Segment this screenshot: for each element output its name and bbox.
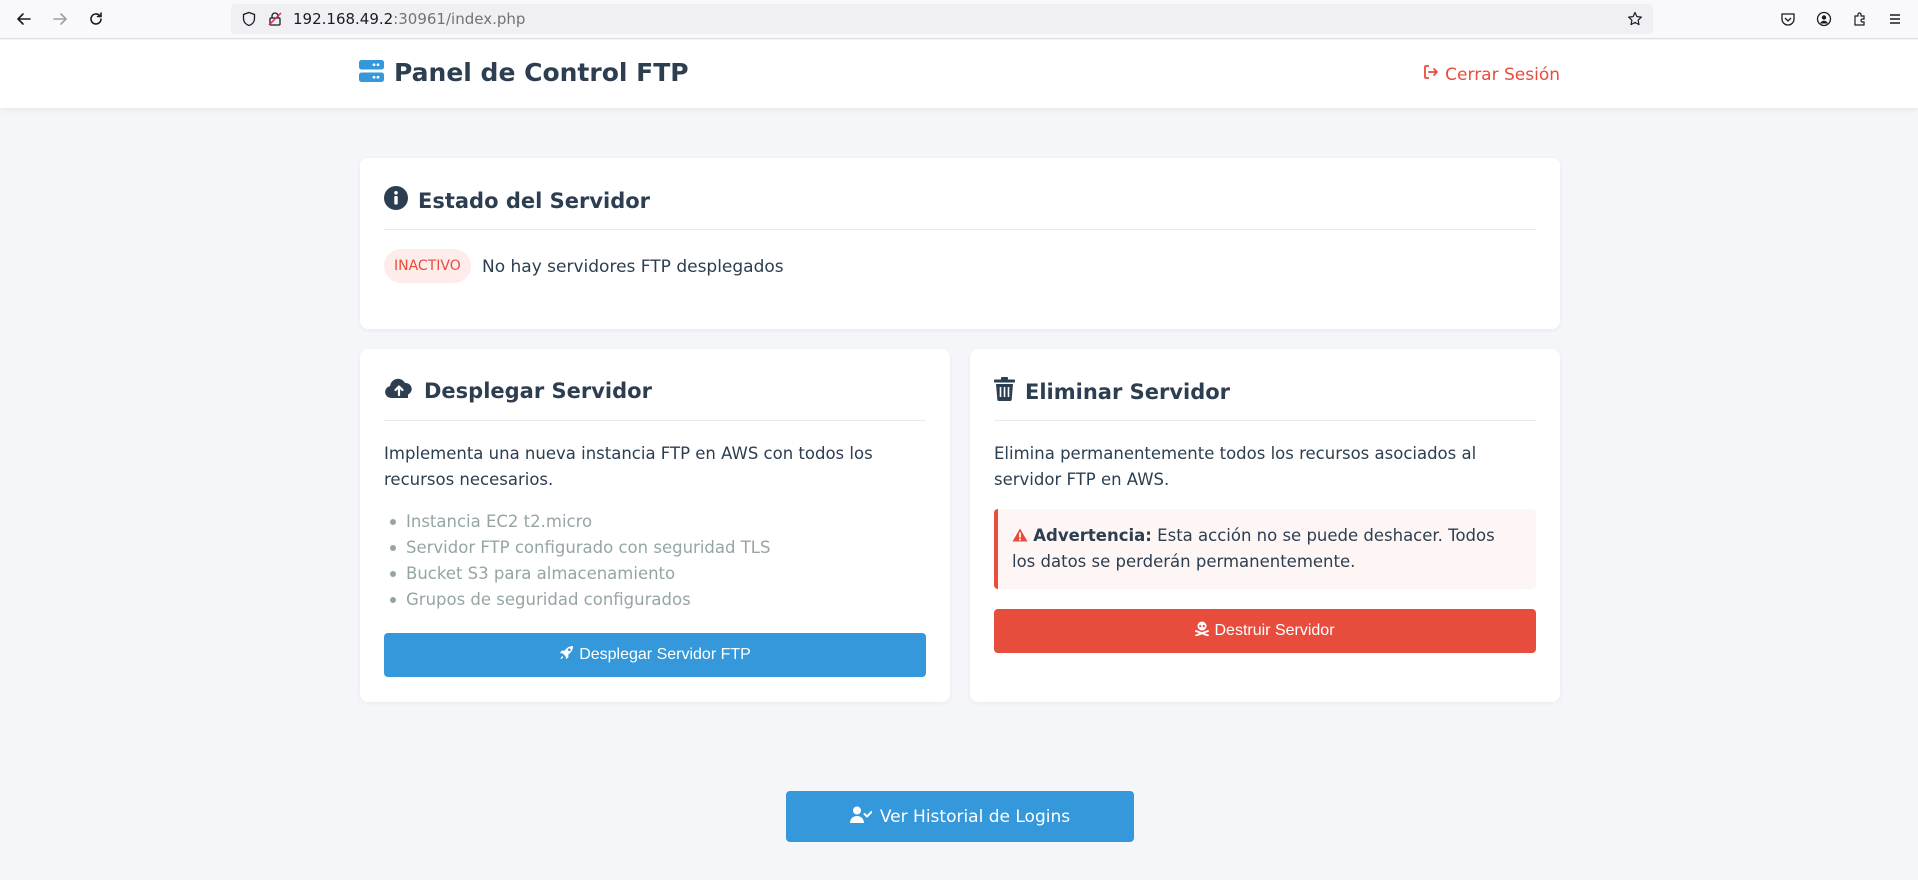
info-circle-icon [384,186,408,215]
feature-text: Bucket S3 para almacenamiento [406,564,676,583]
rocket-icon [559,645,574,665]
feature-text: Servidor FTP configurado con seguridad T… [406,538,771,557]
server-icon [359,59,384,86]
deploy-card: Desplegar Servidor Implementa una nueva … [360,349,950,702]
status-card: Estado del Servidor INACTIVO No hay serv… [360,158,1560,329]
bookmark-star-icon[interactable] [1627,11,1643,31]
url-path: :30961/index.php [393,10,526,28]
browser-toolbar: 192.168.49.2:30961/index.php [0,0,1918,39]
url-host: 192.168.49.2 [293,10,394,28]
list-item: Instancia EC2 t2.micro [384,509,770,535]
deploy-button-label: Desplegar Servidor FTP [579,646,751,663]
back-icon[interactable] [13,8,35,30]
deploy-description: Implementa una nueva instancia FTP en AW… [384,444,873,489]
shield-icon [241,11,257,31]
history-button-label: Ver Historial de Logins [879,806,1071,827]
reload-icon[interactable] [85,8,107,30]
trash-icon [994,377,1015,406]
warning-box: Advertencia: Esta acción no se puede des… [994,509,1536,589]
url-text: 192.168.49.2:30961/index.php [293,10,525,28]
status-card-title: Estado del Servidor [384,186,650,215]
forward-icon[interactable] [49,8,71,30]
deploy-card-title: Desplegar Servidor [384,377,652,404]
logout-label: Cerrar Sesión [1445,64,1560,85]
warning-label: Advertencia: [1033,526,1152,545]
skull-crossbones-icon [1195,621,1210,641]
warning-triangle-icon [1012,526,1033,545]
cloud-upload-icon [384,377,414,404]
destroy-button-label: Destruir Servidor [1214,622,1335,639]
logout-link[interactable]: Cerrar Sesión [1423,64,1560,85]
brand: Panel de Control FTP [359,58,689,87]
list-item: Bucket S3 para almacenamiento [384,561,770,587]
address-bar[interactable]: 192.168.49.2:30961/index.php [231,4,1653,34]
divider [384,229,1536,230]
delete-description: Elimina permanentemente todos los recurs… [994,444,1477,489]
insecure-lock-icon [267,11,283,31]
sign-out-icon [1423,64,1439,85]
divider [994,420,1536,421]
deploy-card-heading: Desplegar Servidor [424,378,652,403]
list-item: Servidor FTP configurado con seguridad T… [384,535,770,561]
delete-card: Eliminar Servidor Elimina permanentement… [970,349,1560,702]
menu-icon[interactable] [1884,8,1906,30]
login-history-button[interactable]: Ver Historial de Logins [786,791,1134,842]
status-badge: INACTIVO [384,249,471,283]
delete-card-heading: Eliminar Servidor [1025,379,1231,404]
pocket-icon[interactable] [1777,8,1799,30]
extensions-icon[interactable] [1849,8,1871,30]
feature-text: Instancia EC2 t2.micro [406,512,593,531]
status-message: No hay servidores FTP desplegados [482,257,784,277]
destroy-server-button[interactable]: Destruir Servidor [994,609,1536,653]
page-title: Panel de Control FTP [394,58,689,87]
feature-text: Grupos de seguridad configurados [406,590,691,609]
deploy-server-button[interactable]: Desplegar Servidor FTP [384,633,926,677]
status-card-heading: Estado del Servidor [418,188,651,213]
feature-list: Instancia EC2 t2.micro Servidor FTP conf… [384,509,770,613]
user-check-icon [849,806,873,828]
delete-card-title: Eliminar Servidor [994,377,1230,406]
app-header: Panel de Control FTP Cerrar Sesión [0,40,1918,108]
divider [384,420,926,421]
list-item: Grupos de seguridad configurados [384,587,770,613]
account-icon[interactable] [1813,8,1835,30]
